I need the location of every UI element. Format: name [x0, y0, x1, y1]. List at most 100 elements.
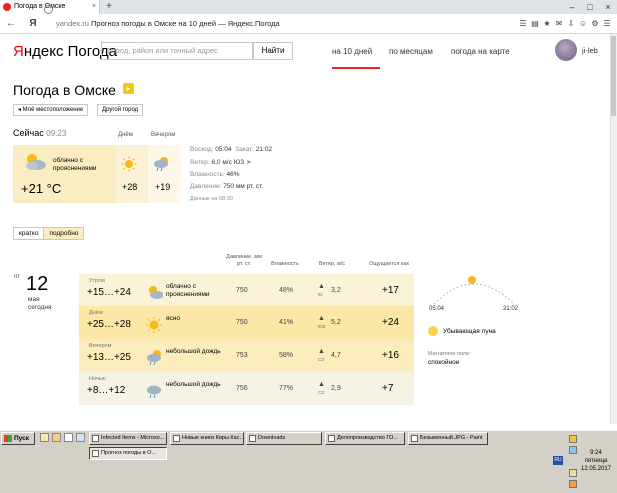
tray-icon-1[interactable]	[569, 435, 577, 443]
tray-icon-3[interactable]	[569, 469, 577, 477]
sun-icon	[146, 317, 162, 333]
user-avatar[interactable]	[555, 39, 577, 61]
windows-logo-icon	[4, 435, 12, 442]
wind-arrow-icon: ▲	[318, 381, 325, 388]
wind-direction: ЮЗ	[318, 324, 326, 329]
scrollbar-thumb[interactable]	[611, 36, 616, 116]
active-tab-underline	[332, 67, 380, 69]
toolbar-icon-2[interactable]: ★	[541, 18, 553, 30]
sunset-time: 21:02	[503, 306, 519, 312]
maximize-icon[interactable]: □	[581, 0, 599, 14]
wind-speed: 3,2	[331, 287, 341, 294]
rain-sun-icon	[147, 350, 161, 366]
view-toggle: кратко подробно	[13, 227, 85, 240]
day-label: Днём	[118, 132, 133, 138]
tray-icon-2[interactable]	[569, 446, 577, 454]
sunrise-sunset: Восход: 05:04 Закат: 21:02	[190, 146, 273, 153]
taskbar-button[interactable]: Infected Items - Microso...	[89, 432, 167, 445]
taskbar-button[interactable]: Новые книги Киры Кас...	[170, 432, 244, 445]
new-tab-button[interactable]: +	[103, 1, 115, 13]
quicklaunch-browser-icon[interactable]	[76, 433, 85, 442]
current-temperature: +21 °C	[21, 181, 62, 196]
feels-like: +7	[382, 383, 394, 394]
language-indicator[interactable]: RU	[553, 456, 563, 465]
close-tab-icon[interactable]: ×	[92, 0, 96, 14]
toolbar-icon-0[interactable]: ☰	[517, 18, 529, 30]
minimize-icon[interactable]: –	[563, 0, 581, 14]
rain-icon	[147, 385, 161, 399]
now-label: Сейчас 09:23	[13, 128, 67, 138]
month-today: мая сегодня	[28, 296, 52, 311]
temperature-range: +15…+24	[87, 287, 131, 298]
tab-10-days[interactable]: на 10 дней	[332, 47, 372, 56]
day-part: Вечером	[89, 343, 112, 349]
toolbar-icon-3[interactable]: ✉	[553, 18, 565, 30]
quicklaunch-doc-icon[interactable]	[64, 433, 73, 442]
url-field[interactable]: yandex.ru Прогноз погоды в Омске на 10 д…	[56, 18, 280, 30]
wind-arrow-icon: ▲	[318, 283, 325, 290]
tray-clock[interactable]: 9:24 пятница 12.05.2017	[580, 449, 612, 473]
start-button[interactable]: Пуск	[1, 432, 35, 445]
find-button[interactable]: Найти	[253, 42, 293, 60]
taskbar-button[interactable]: Делопроизводство ГО...	[325, 432, 405, 445]
humidity: 41%	[279, 319, 294, 326]
other-city-button[interactable]: Другой город	[97, 104, 144, 116]
pressure: 750	[236, 319, 248, 326]
toolbar-icon-5[interactable]: ☺	[577, 18, 589, 30]
toggle-short[interactable]: кратко	[14, 228, 43, 239]
quicklaunch-app-icon[interactable]	[52, 433, 61, 442]
feels-like: +17	[382, 285, 399, 296]
humidity-detail: Влажность: 46%	[190, 171, 240, 178]
column-feels-like: Ощущается как	[369, 261, 409, 267]
username[interactable]: ji-leb	[582, 46, 598, 55]
toolbar-icon-6[interactable]: ⚙	[589, 18, 601, 30]
window-icon	[92, 435, 99, 442]
taskbar-button[interactable]: Безымянный.JPG - Paint	[408, 432, 488, 445]
toolbar-icon-1[interactable]: ▤	[529, 18, 541, 30]
day-temperature: +28	[122, 182, 138, 192]
page-title: Погода в Омске	[13, 82, 116, 98]
day-weather-card	[116, 145, 148, 203]
back-button[interactable]: ←	[4, 17, 18, 31]
tab-by-months[interactable]: по месяцам	[389, 47, 433, 56]
temperature-range: +13…+25	[87, 352, 131, 363]
sunrise-time: 05:04	[429, 306, 445, 312]
column-humidity: Влажность	[271, 261, 299, 267]
day-number: 12	[26, 273, 49, 295]
forecast-row: Вечером +13…+25 небольшой дождь 753 58% ▲ СЗ 4,…	[79, 339, 414, 372]
magnetic-field-value: спокойное	[428, 359, 460, 366]
window-icon	[92, 450, 99, 457]
day-part: Утром	[89, 278, 105, 284]
moon-phase: Убывающая луна	[443, 328, 496, 335]
wind-arrow-icon: ▲	[318, 315, 325, 322]
pressure: 750	[236, 287, 248, 294]
toggle-detailed[interactable]: подробно	[43, 228, 84, 239]
wind-speed: 4,7	[331, 352, 341, 359]
tab-title: Погода в Омске	[14, 3, 66, 10]
day-part: Ночью	[89, 376, 106, 382]
toolbar-icon-7[interactable]: ☰	[601, 18, 613, 30]
now-time: 09:23	[46, 129, 67, 138]
yandex-home-button[interactable]: Я	[26, 17, 40, 31]
window-controls: – □ ×	[563, 0, 617, 14]
search-input[interactable]: Город, район или точный адрес	[101, 42, 253, 60]
close-window-icon[interactable]: ×	[599, 0, 617, 14]
humidity: 58%	[279, 352, 294, 359]
temperature-range: +8…+12	[87, 385, 126, 396]
lock-icon	[44, 5, 53, 14]
taskbar-button[interactable]: Прогноз погоды в О...	[89, 447, 167, 460]
column-wind: Ветер, м/с	[318, 261, 346, 267]
my-location-button[interactable]: ◂ Моё местоположение	[13, 104, 89, 116]
feels-like: +24	[382, 317, 399, 328]
tab-weather-map[interactable]: погода на карте	[451, 47, 510, 56]
quicklaunch-folder-icon[interactable]	[40, 433, 49, 442]
tray-icon-4[interactable]	[569, 480, 577, 488]
column-pressure: Давление, мм рт. ст.	[226, 254, 262, 267]
toolbar-icon-4[interactable]: ⇩	[565, 18, 577, 30]
condition: небольшой дождь	[166, 348, 221, 355]
weather-widget-icon[interactable]: ▸	[123, 83, 134, 94]
wind-arrow-icon: ▲	[318, 348, 325, 355]
browser-toolbar-icons: ☰ ▤ ★ ✉ ⇩ ☺ ⚙ ☰	[517, 18, 613, 30]
wind-speed: 5,2	[331, 319, 341, 326]
taskbar-button[interactable]: Downloads	[246, 432, 322, 445]
